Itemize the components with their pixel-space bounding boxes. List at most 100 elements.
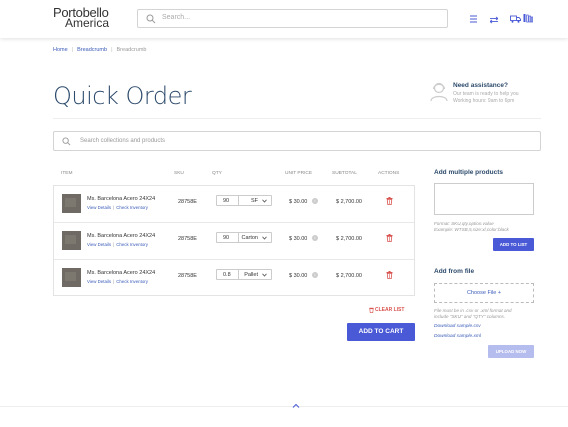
multiple-products-textarea[interactable]: [434, 183, 534, 215]
download-csv-link[interactable]: Download sample.csv: [434, 324, 481, 329]
compare-arrows-icon[interactable]: [490, 15, 498, 25]
product-thumbnail[interactable]: [62, 194, 81, 213]
product-sku: 28758E: [178, 199, 197, 205]
assistance-text: Our team is ready to help you Working ho…: [453, 91, 519, 104]
order-table: Ms. Barcelona Acero 24X24 View Details | C…: [53, 185, 415, 296]
breadcrumb: Home | Breadcrumb | Breadcrumb: [53, 47, 146, 53]
link-separator: |: [113, 279, 115, 284]
check-inventory-link[interactable]: Check Inventory: [116, 205, 148, 210]
quantity-value[interactable]: 0.8: [223, 272, 231, 278]
breadcrumb-current: Breadcrumb: [116, 47, 147, 53]
product-links: View Details | Check Inventory: [87, 279, 148, 284]
delete-icon[interactable]: [386, 234, 393, 242]
check-inventory-link[interactable]: Check Inventory: [116, 242, 148, 247]
link-separator: |: [113, 242, 115, 247]
chevron-down-icon: [262, 236, 267, 240]
assistance-title: Need assistance?: [453, 82, 508, 89]
add-from-file-title: Add from file: [434, 268, 475, 275]
page-title: Quick Order: [53, 82, 192, 110]
divider: [53, 118, 541, 119]
format-example-line: Example: WTSB,5,size:xl,color:black: [434, 227, 509, 232]
quantity-divider: [238, 196, 239, 205]
unit-price: $ 30.00: [289, 273, 308, 279]
clear-list-label: CLEAR LIST: [375, 307, 405, 313]
assistance-block: Need assistance? Our team is ready to he…: [430, 81, 540, 105]
column-header-actions: ACTIONS: [378, 171, 400, 176]
product-thumbnail[interactable]: [62, 268, 81, 287]
product-thumbnail[interactable]: [62, 231, 81, 250]
unit-select[interactable]: SF: [251, 198, 258, 204]
quantity-field[interactable]: 0.8 Pallet: [216, 269, 272, 280]
column-header-subtotal: SUBTOTAL: [332, 171, 357, 176]
add-to-list-button[interactable]: ADD TO LIST: [493, 238, 534, 251]
upload-now-button[interactable]: UPLOAD NOW: [488, 345, 534, 358]
file-hint-columns: include "SKU" and "QTY" columns.: [434, 314, 506, 319]
unit-price: $ 30.00: [289, 236, 308, 242]
file-hint: File must be in .csv or .xml format and …: [434, 308, 512, 320]
quantity-value[interactable]: 90: [223, 198, 229, 204]
product-sku: 28758E: [178, 236, 197, 242]
breadcrumb-separator: |: [111, 47, 113, 53]
breadcrumb-separator: |: [71, 47, 74, 53]
choose-file-button[interactable]: Choose File +: [435, 290, 533, 296]
quantity-divider: [238, 233, 239, 242]
info-icon[interactable]: i: [312, 235, 318, 241]
quantity-divider: [238, 270, 239, 279]
check-inventory-link[interactable]: Check Inventory: [116, 279, 148, 284]
add-to-cart-button[interactable]: ADD TO CART: [347, 323, 415, 341]
view-details-link[interactable]: View Details: [87, 205, 111, 210]
delete-icon[interactable]: [386, 271, 393, 279]
site-header: Portobello America Search...: [0, 0, 568, 38]
column-header-unit-price: UNIT PRICE: [285, 171, 313, 176]
chevron-down-icon: [262, 273, 267, 277]
delete-icon[interactable]: [386, 197, 393, 205]
table-row: Ms. Barcelona Acero 24X24 View Details | C…: [54, 260, 414, 297]
unit-price: $ 30.00: [289, 199, 308, 205]
view-details-link[interactable]: View Details: [87, 242, 111, 247]
logo[interactable]: Portobello America: [53, 6, 109, 29]
chevron-down-icon: [262, 199, 267, 203]
row-subtotal: $ 2,700.00: [336, 273, 362, 279]
footer-divider: [0, 406, 568, 407]
quantity-field[interactable]: 90 Carton: [216, 232, 272, 243]
info-icon[interactable]: i: [312, 272, 318, 278]
collections-search-placeholder: Search collections and products: [80, 138, 166, 144]
breadcrumb-link[interactable]: Breadcrumb: [77, 47, 107, 53]
menu-icon[interactable]: [470, 14, 477, 24]
support-agent-icon: [430, 82, 448, 102]
format-hint: Format: SKU,qty,option.value Example: WT…: [434, 221, 509, 233]
assistance-line1: Our team is ready to help you: [453, 91, 519, 97]
column-header-item: ITEM: [61, 171, 73, 176]
catalog-icon[interactable]: [523, 13, 533, 23]
row-subtotal: $ 2,700.00: [336, 236, 362, 242]
column-header-qty: QTY: [212, 171, 222, 176]
header-search-input[interactable]: Search...: [137, 9, 448, 28]
row-subtotal: $ 2,700.00: [336, 199, 362, 205]
truck-icon[interactable]: [510, 14, 521, 24]
unit-select[interactable]: Carton: [241, 235, 258, 241]
search-icon: [62, 137, 71, 146]
delete-icon: [369, 307, 374, 313]
product-name: Ms. Barcelona Acero 24X24: [87, 233, 156, 239]
view-details-link[interactable]: View Details: [87, 279, 111, 284]
quantity-field[interactable]: 90 SF: [216, 195, 272, 206]
column-header-sku: SKU: [174, 171, 184, 176]
link-separator: |: [113, 205, 115, 210]
unit-select[interactable]: Pallet: [244, 272, 258, 278]
quantity-value[interactable]: 90: [223, 235, 229, 241]
download-xml-link[interactable]: Download sample.xml: [434, 334, 481, 339]
product-links: View Details | Check Inventory: [87, 242, 148, 247]
info-icon[interactable]: i: [312, 198, 318, 204]
breadcrumb-home[interactable]: Home: [53, 47, 68, 53]
chevron-up-icon[interactable]: [292, 403, 300, 409]
table-row: Ms. Barcelona Acero 24X24 View Details | C…: [54, 186, 414, 223]
product-sku: 28758E: [178, 273, 197, 279]
add-multiple-title: Add multiple products: [434, 169, 503, 176]
clear-list-button[interactable]: CLEAR LIST: [369, 307, 405, 313]
collections-search-input[interactable]: Search collections and products: [53, 131, 541, 151]
product-name: Ms. Barcelona Acero 24X24: [87, 196, 156, 202]
table-row: Ms. Barcelona Acero 24X24 View Details | C…: [54, 223, 414, 260]
search-icon: [146, 14, 156, 24]
file-dropzone[interactable]: Choose File +: [434, 283, 534, 303]
product-name: Ms. Barcelona Acero 24X24: [87, 270, 156, 276]
